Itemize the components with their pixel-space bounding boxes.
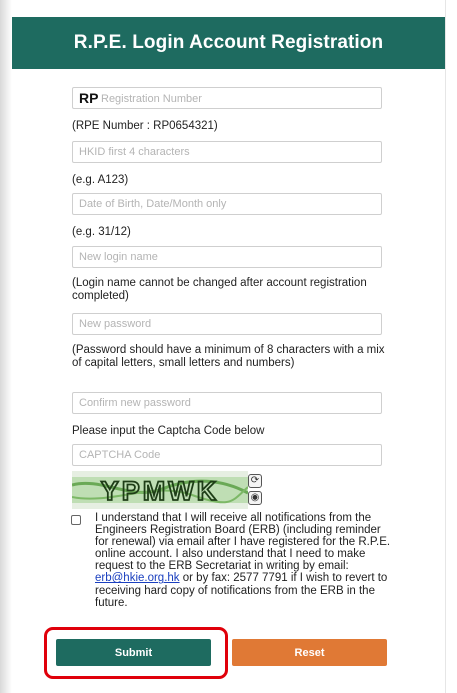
erb-email-link[interactable]: erb@hkie.org.hk xyxy=(95,572,180,584)
login-name-input[interactable] xyxy=(73,247,381,267)
rpe-prefix: RP xyxy=(79,90,99,106)
captcha-input[interactable] xyxy=(73,445,381,465)
rpe-number-field[interactable]: RP Registration Number xyxy=(72,87,382,109)
consent-text: I understand that I will receive all not… xyxy=(95,512,395,609)
confirm-password-field[interactable] xyxy=(72,392,382,414)
reset-button[interactable]: Reset xyxy=(232,639,387,666)
refresh-icon[interactable]: ⟳ xyxy=(248,474,262,488)
confirm-password-input[interactable] xyxy=(73,393,381,413)
page-shadow xyxy=(0,0,12,693)
hkid-input[interactable] xyxy=(73,142,381,162)
hkid-field[interactable] xyxy=(72,141,382,163)
captcha-field[interactable] xyxy=(72,444,382,466)
dob-hint: (e.g. 31/12) xyxy=(72,226,131,238)
hkid-hint: (e.g. A123) xyxy=(72,174,129,186)
page-title: R.P.E. Login Account Registration xyxy=(12,17,445,69)
consent-checkbox[interactable] xyxy=(71,515,81,525)
captcha-text: YPMWK xyxy=(101,476,220,506)
login-name-field[interactable] xyxy=(72,246,382,268)
captcha-image: YPMWK xyxy=(72,471,248,509)
password-hint: (Password should have a minimum of 8 cha… xyxy=(72,344,385,369)
login-name-hint: (Login name cannot be changed after acco… xyxy=(72,277,367,302)
dob-field[interactable] xyxy=(72,193,382,215)
password-input[interactable] xyxy=(73,314,381,334)
rpe-number-hint: (RPE Number : RP0654321) xyxy=(72,120,218,132)
consent-text-before: I understand that I will receive all not… xyxy=(95,512,391,573)
captcha-label: Please input the Captcha Code below xyxy=(72,425,265,437)
dob-input[interactable] xyxy=(73,194,381,214)
rpe-number-placeholder: Registration Number xyxy=(101,93,202,105)
audio-icon[interactable]: ◉ xyxy=(248,491,262,505)
password-field[interactable] xyxy=(72,313,382,335)
submit-highlight-annotation xyxy=(44,627,228,679)
